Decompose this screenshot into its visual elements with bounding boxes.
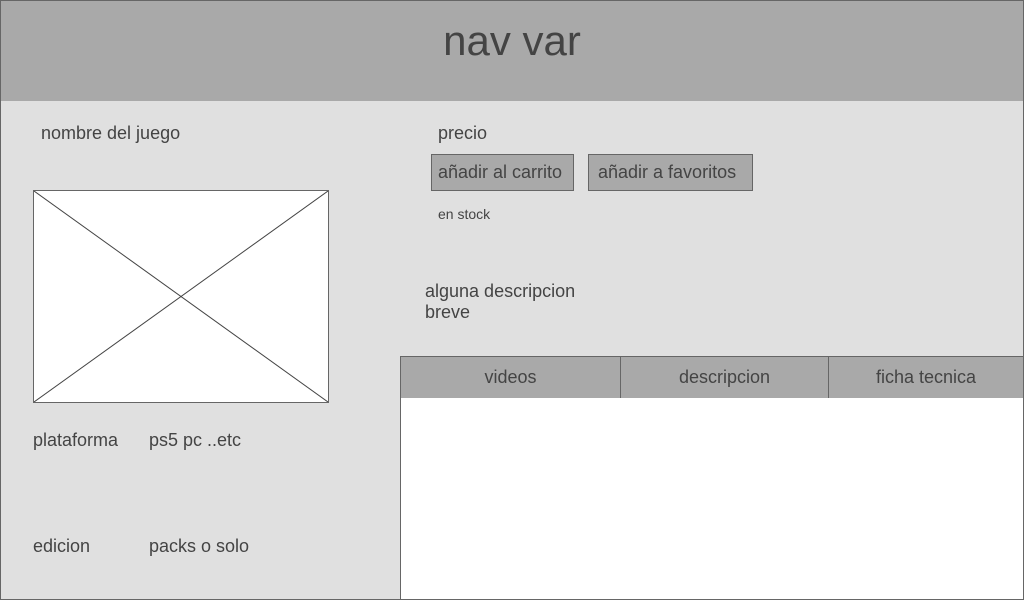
- edition-label: edicion: [33, 536, 91, 556]
- navbar-title: nav var: [443, 17, 581, 64]
- add-to-favorites-button[interactable]: añadir a favoritos: [588, 154, 753, 191]
- product-summary-panel: nombre del juego plataforma ps5 pc ..etc…: [0, 101, 401, 600]
- navbar: nav var: [0, 0, 1024, 102]
- platform-value: ps5 pc ..etc: [149, 430, 242, 450]
- edition-value: packs o solo: [149, 536, 250, 556]
- game-name: nombre del juego: [41, 123, 181, 143]
- purchase-panel: precio añadir al carrito añadir a favori…: [400, 101, 1024, 357]
- tab-descripcion[interactable]: descripcion: [620, 357, 828, 398]
- stock-status: en stock: [438, 206, 491, 222]
- tab-ficha-tecnica[interactable]: ficha tecnica: [828, 357, 1023, 398]
- placeholder-cross: [34, 191, 328, 402]
- detail-tabs: videos descripcion ficha tecnica: [400, 356, 1024, 399]
- product-page: nav var nombre del juego plataforma ps5 …: [0, 0, 1024, 600]
- add-to-cart-button[interactable]: añadir al carrito: [431, 154, 574, 191]
- platform-label: plataforma: [33, 430, 119, 450]
- image-placeholder-icon: [33, 190, 329, 403]
- short-description: alguna descripcion breve: [425, 281, 576, 322]
- tab-content-area: [400, 398, 1024, 600]
- tab-videos[interactable]: videos: [401, 357, 620, 398]
- price: precio: [438, 123, 488, 143]
